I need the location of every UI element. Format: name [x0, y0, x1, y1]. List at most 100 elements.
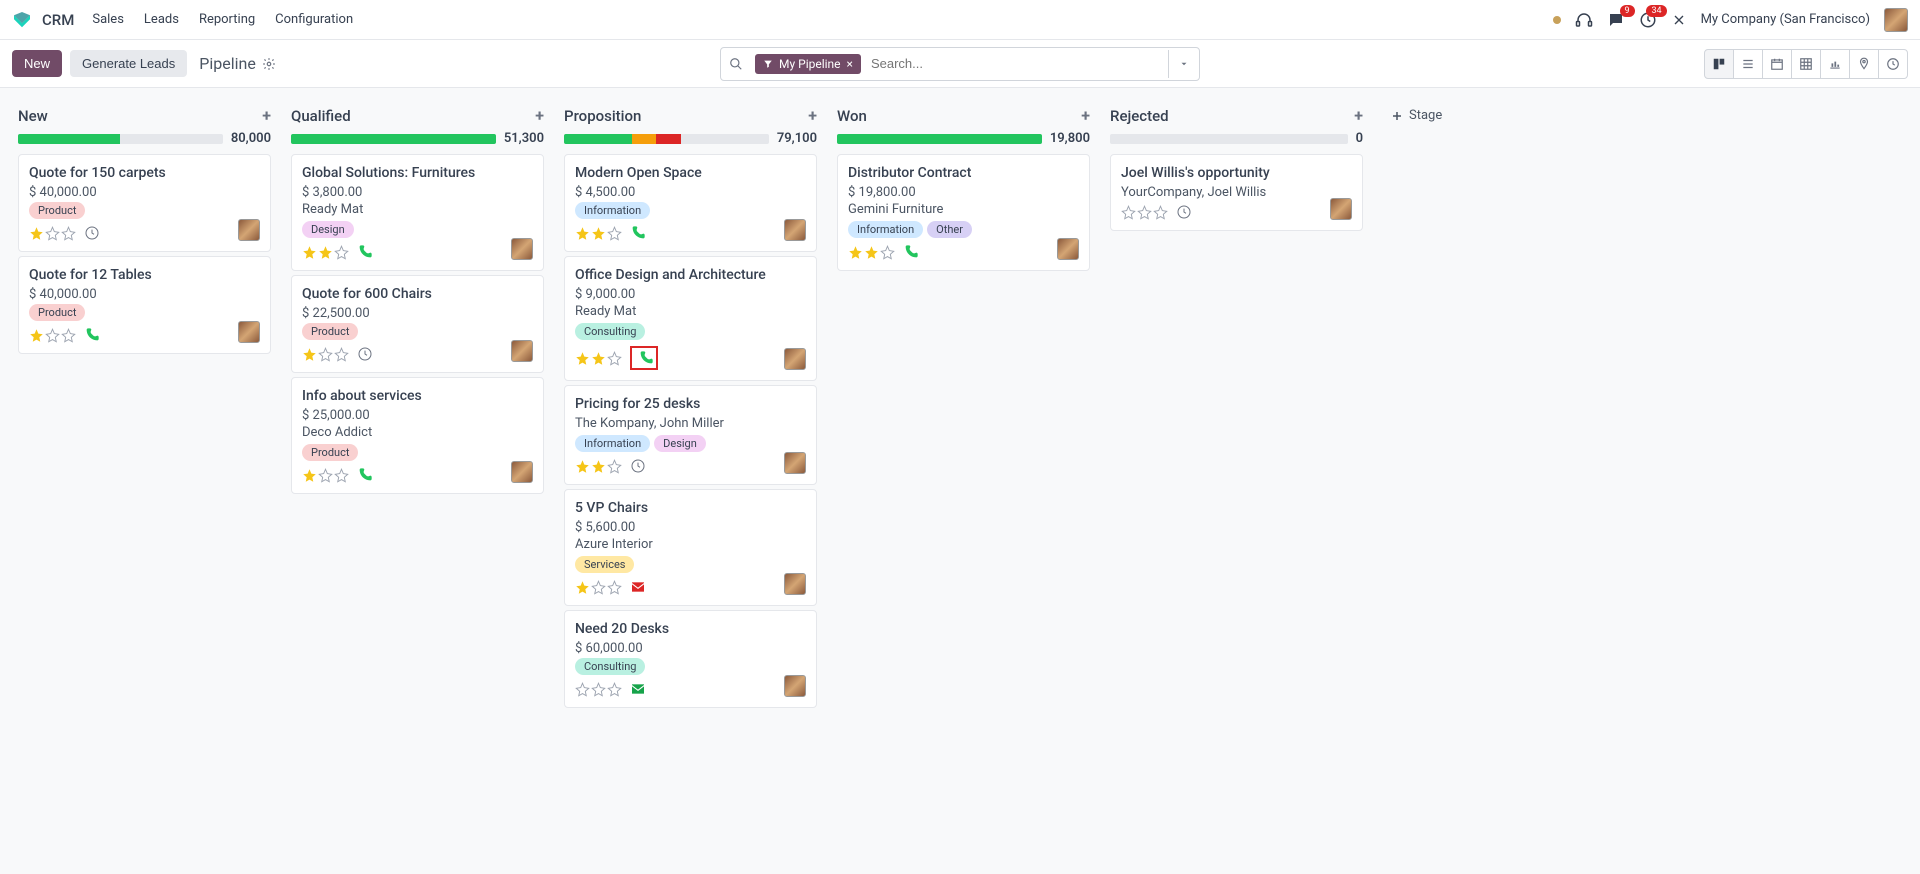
- kanban-card[interactable]: Quote for 150 carpets $ 40,000.00 Produc…: [18, 154, 271, 252]
- tag[interactable]: Other: [927, 221, 972, 238]
- kanban-card[interactable]: Need 20 Desks $ 60,000.00 Consulting: [564, 610, 817, 708]
- assignee-avatar[interactable]: [511, 340, 533, 362]
- assignee-avatar[interactable]: [1057, 238, 1079, 260]
- filter-chip-remove-icon[interactable]: ×: [847, 57, 853, 71]
- clock-icon[interactable]: [1176, 204, 1192, 220]
- column-progress[interactable]: [291, 134, 496, 144]
- tag[interactable]: Information: [848, 221, 923, 238]
- tag[interactable]: Design: [654, 435, 706, 452]
- tag[interactable]: Consulting: [575, 323, 645, 340]
- tag[interactable]: Product: [302, 444, 358, 461]
- tag[interactable]: Information: [575, 435, 650, 452]
- user-avatar[interactable]: [1884, 8, 1908, 32]
- assignee-avatar[interactable]: [511, 238, 533, 260]
- priority-stars[interactable]: [302, 245, 349, 260]
- add-stage-button[interactable]: Stage: [1373, 96, 1460, 135]
- view-list[interactable]: [1733, 49, 1763, 79]
- kanban-card[interactable]: 5 VP Chairs $ 5,600.00 Azure Interior Se…: [564, 489, 817, 606]
- phone-icon[interactable]: [903, 244, 919, 260]
- priority-stars[interactable]: [575, 459, 622, 474]
- kanban-card[interactable]: Distributor Contract $ 19,800.00 Gemini …: [837, 154, 1090, 271]
- view-calendar[interactable]: [1762, 49, 1792, 79]
- quick-add-icon[interactable]: +: [535, 106, 544, 125]
- kanban-card[interactable]: Office Design and Architecture $ 9,000.0…: [564, 256, 817, 381]
- column-header[interactable]: Won +: [827, 96, 1100, 131]
- menu-configuration[interactable]: Configuration: [275, 12, 353, 27]
- column-header[interactable]: Rejected +: [1100, 96, 1373, 131]
- column-progress[interactable]: [837, 134, 1042, 144]
- kanban-card[interactable]: Quote for 600 Chairs $ 22,500.00 Product: [291, 275, 544, 373]
- quick-add-icon[interactable]: +: [808, 106, 817, 125]
- view-kanban[interactable]: [1704, 49, 1734, 79]
- chat-icon[interactable]: 9: [1607, 11, 1625, 29]
- column-header[interactable]: Qualified +: [281, 96, 554, 131]
- column-progress[interactable]: [1110, 134, 1348, 144]
- search-caret-icon[interactable]: [1168, 50, 1199, 78]
- tag[interactable]: Product: [29, 202, 85, 219]
- assignee-avatar[interactable]: [511, 461, 533, 483]
- priority-stars[interactable]: [302, 347, 349, 362]
- view-activity[interactable]: [1878, 49, 1908, 79]
- generate-leads-button[interactable]: Generate Leads: [70, 50, 187, 77]
- clock-icon[interactable]: [357, 346, 373, 362]
- kanban-card[interactable]: Quote for 12 Tables $ 40,000.00 Product: [18, 256, 271, 354]
- tag[interactable]: Consulting: [575, 658, 645, 675]
- assignee-avatar[interactable]: [1330, 198, 1352, 220]
- new-button[interactable]: New: [12, 50, 62, 77]
- tag[interactable]: Product: [302, 323, 358, 340]
- priority-stars[interactable]: [848, 245, 895, 260]
- mail-icon[interactable]: [630, 579, 646, 595]
- column-header[interactable]: New +: [8, 96, 281, 131]
- column-progress[interactable]: [564, 134, 769, 144]
- quick-add-icon[interactable]: +: [1081, 106, 1090, 125]
- view-graph[interactable]: [1820, 49, 1850, 79]
- kanban-card[interactable]: Joel Willis's opportunity YourCompany, J…: [1110, 154, 1363, 231]
- search-input[interactable]: [865, 52, 1168, 75]
- priority-stars[interactable]: [575, 580, 622, 595]
- search-box[interactable]: My Pipeline ×: [720, 47, 1200, 81]
- clock-icon[interactable]: [630, 458, 646, 474]
- menu-sales[interactable]: Sales: [92, 12, 124, 27]
- quick-add-icon[interactable]: +: [262, 106, 271, 125]
- column-header[interactable]: Proposition +: [554, 96, 827, 131]
- priority-stars[interactable]: [1121, 205, 1168, 220]
- kanban-card[interactable]: Pricing for 25 desks The Kompany, John M…: [564, 385, 817, 485]
- brand-title[interactable]: CRM: [42, 11, 74, 29]
- assignee-avatar[interactable]: [784, 348, 806, 370]
- menu-reporting[interactable]: Reporting: [199, 12, 255, 27]
- priority-stars[interactable]: [575, 226, 622, 241]
- assignee-avatar[interactable]: [784, 219, 806, 241]
- view-map[interactable]: [1849, 49, 1879, 79]
- phone-icon[interactable]: [638, 350, 654, 366]
- kanban-card[interactable]: Modern Open Space $ 4,500.00 Information: [564, 154, 817, 252]
- debug-icon[interactable]: [1671, 12, 1687, 28]
- assignee-avatar[interactable]: [238, 219, 260, 241]
- menu-leads[interactable]: Leads: [144, 12, 179, 27]
- gear-icon[interactable]: [262, 57, 276, 71]
- priority-stars[interactable]: [575, 351, 622, 366]
- priority-stars[interactable]: [29, 328, 76, 343]
- mail-icon[interactable]: [630, 681, 646, 697]
- assignee-avatar[interactable]: [784, 452, 806, 474]
- assignee-avatar[interactable]: [784, 573, 806, 595]
- headset-icon[interactable]: [1575, 11, 1593, 29]
- view-pivot[interactable]: [1791, 49, 1821, 79]
- tag[interactable]: Services: [575, 556, 634, 573]
- phone-icon[interactable]: [630, 225, 646, 241]
- assignee-avatar[interactable]: [784, 675, 806, 697]
- company-selector[interactable]: My Company (San Francisco): [1701, 12, 1870, 27]
- quick-add-icon[interactable]: +: [1354, 106, 1363, 125]
- priority-stars[interactable]: [29, 226, 76, 241]
- tag[interactable]: Information: [575, 202, 650, 219]
- kanban-card[interactable]: Info about services $ 25,000.00 Deco Add…: [291, 377, 544, 494]
- phone-icon[interactable]: [357, 467, 373, 483]
- phone-icon[interactable]: [84, 327, 100, 343]
- filter-chip[interactable]: My Pipeline ×: [755, 54, 861, 74]
- activities-icon[interactable]: 34: [1639, 11, 1657, 29]
- priority-stars[interactable]: [575, 682, 622, 697]
- clock-icon[interactable]: [84, 225, 100, 241]
- tag[interactable]: Design: [302, 221, 354, 238]
- priority-stars[interactable]: [302, 468, 349, 483]
- tag[interactable]: Product: [29, 304, 85, 321]
- column-progress[interactable]: [18, 134, 223, 144]
